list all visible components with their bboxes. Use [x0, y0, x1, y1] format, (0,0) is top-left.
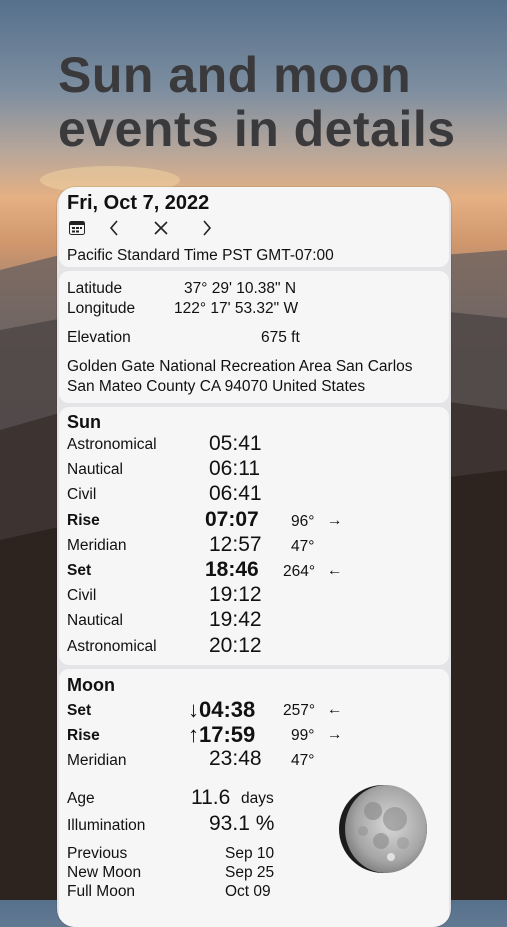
- moon-set-time: ↓04:38: [188, 697, 256, 722]
- sun-row-label: Rise: [67, 511, 100, 529]
- sun-row-azimuth: 264°: [283, 563, 316, 580]
- timezone-label: Pacific Standard Time PST GMT-07:00: [67, 247, 334, 264]
- sun-row-time: 18:46: [205, 558, 259, 581]
- sun-row-label: Set: [67, 562, 92, 579]
- longitude-label: Longitude: [67, 300, 136, 317]
- moon-rise-time: ↑17:59: [188, 722, 256, 747]
- moon-meridian-azimuth: 47°: [291, 752, 315, 769]
- sun-row-azimuth: 47°: [291, 537, 315, 555]
- sun-row-label: Nautical: [67, 612, 123, 630]
- chevron-right-icon[interactable]: [202, 220, 212, 241]
- sun-row-time: 19:42: [209, 608, 262, 632]
- moon-previous-label: Previous: [67, 845, 128, 862]
- moon-new-moon-date: Sep 25: [225, 864, 275, 881]
- sun-section: Sun Astronomical 05:41 Nautical 06:11 Civil 0…: [59, 407, 449, 665]
- headline-line-1: Sun and moon: [58, 47, 412, 103]
- moon-set-label: Set: [67, 702, 92, 719]
- location-section: Latitude 37° 29' 10.38" N Longitude 122°…: [59, 271, 449, 403]
- moon-rise-label: Rise: [67, 727, 100, 744]
- moon-full-moon-date: Oct 09: [225, 883, 271, 900]
- moon-set-arrow: ←: [327, 701, 343, 718]
- sun-row-arrow: ←: [327, 562, 343, 579]
- elevation-value: 675 ft: [261, 329, 300, 346]
- sun-row-time: 06:41: [209, 482, 262, 506]
- promo-headline: Sun and moon events in details: [58, 48, 456, 156]
- date-section: Fri, Oct 7, 2022 Pacific Standard Time P…: [59, 187, 449, 267]
- moon-section: Moon Set ↓04:38 257° ← Rise ↑17:59 99° →…: [59, 669, 449, 927]
- elevation-label: Elevation: [67, 329, 131, 346]
- moon-phase-icon: [333, 781, 429, 882]
- sun-row-time: 20:12: [209, 633, 262, 657]
- details-card: Fri, Oct 7, 2022 Pacific Standard Time P…: [57, 187, 451, 927]
- address-line-1: Golden Gate National Recreation Area San…: [67, 358, 413, 375]
- moon-new-moon-label: New Moon: [67, 864, 142, 881]
- sun-row-label: Meridian: [67, 536, 127, 554]
- moon-illumination-value: 93.1 %: [209, 812, 275, 835]
- sun-row-label: Astronomical: [67, 436, 157, 453]
- moon-rise-arrow: →: [327, 726, 343, 743]
- sun-row-time: 07:07: [205, 507, 259, 531]
- moon-title: Moon: [67, 675, 115, 695]
- moon-meridian-time: 23:48: [209, 747, 262, 770]
- sun-row-time: 05:41: [209, 432, 262, 455]
- sun-row-label: Astronomical: [67, 637, 157, 655]
- moon-set-azimuth: 257°: [283, 702, 316, 719]
- moon-previous-date: Sep 10: [225, 845, 275, 862]
- sun-title: Sun: [67, 412, 101, 432]
- moon-illumination-label: Illumination: [67, 817, 146, 834]
- calendar-icon[interactable]: [69, 221, 85, 235]
- moon-age-unit: days: [241, 790, 274, 807]
- sun-row-label: Nautical: [67, 461, 123, 479]
- longitude-value: 122° 17' 53.32" W: [174, 300, 299, 317]
- headline-line-2: events in details: [58, 101, 456, 157]
- latitude-label: Latitude: [67, 280, 123, 297]
- moon-age-label: Age: [67, 790, 95, 807]
- moon-rise-azimuth: 99°: [291, 727, 315, 744]
- sun-row-arrow: →: [327, 511, 343, 529]
- moon-age-value: 11.6: [191, 786, 231, 809]
- moon-meridian-label: Meridian: [67, 752, 127, 769]
- sun-row-label: Civil: [67, 486, 97, 504]
- sun-row-label: Civil: [67, 587, 97, 605]
- sun-row-time: 12:57: [209, 532, 262, 556]
- moon-full-moon-label: Full Moon: [67, 883, 136, 900]
- chevron-left-icon[interactable]: [109, 220, 119, 241]
- close-icon[interactable]: [154, 221, 168, 240]
- address-line-2: San Mateo County CA 94070 United States: [67, 378, 366, 395]
- sun-row-azimuth: 96°: [291, 512, 315, 530]
- sun-row-time: 19:12: [209, 583, 262, 607]
- latitude-value: 37° 29' 10.38" N: [184, 280, 297, 297]
- sun-row-time: 06:11: [209, 457, 260, 481]
- date-title: Fri, Oct 7, 2022: [67, 192, 210, 214]
